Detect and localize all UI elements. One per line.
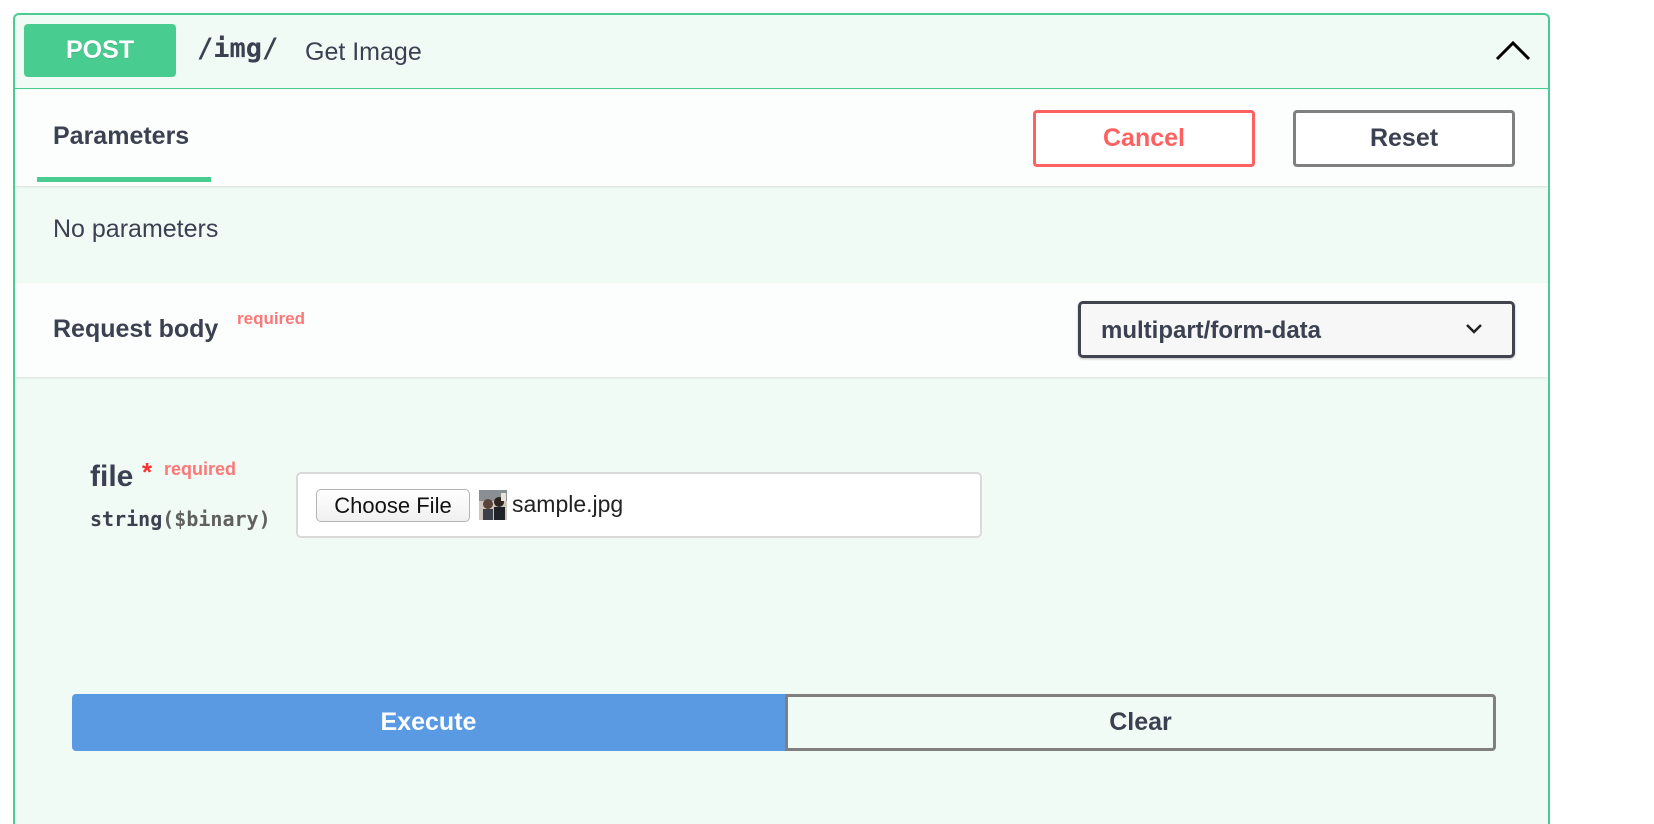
choose-file-button[interactable]: Choose File [316,489,470,522]
tab-parameters-label: Parameters [53,122,190,150]
request-body-title: Request body [53,315,219,343]
file-input[interactable]: Choose File sample.jpg [296,472,982,538]
clear-button[interactable]: Clear [785,694,1496,751]
chevron-up-icon[interactable] [1493,35,1533,65]
file-param-type-name: string [90,507,163,531]
chevron-down-icon [1466,324,1482,334]
tab-active-indicator [37,177,211,182]
operation-summary-text: Get Image [305,38,422,66]
operation-summary[interactable]: POST /img/ Get Image [15,15,1548,89]
no-parameters-text: No parameters [53,215,219,243]
endpoint-path: /img/ [197,33,279,64]
selected-file-name: sample.jpg [512,491,624,517]
reset-button[interactable]: Reset [1293,110,1515,167]
execute-button[interactable]: Execute [72,694,785,751]
cancel-button[interactable]: Cancel [1033,110,1255,167]
method-badge: POST [24,24,176,77]
file-param-name: file [90,460,134,493]
content-type-value: multipart/form-data [1101,317,1322,344]
required-asterisk: * [142,457,153,487]
image-thumbnail-icon [479,490,507,520]
file-param-format: ($binary) [162,507,271,531]
file-param-required-label: required [164,459,237,479]
operation-block-post-img: POST /img/ Get Image Parameters Cancel R… [13,13,1550,824]
request-body-required-label: required [237,309,306,328]
file-param-type: string($binary) [90,507,271,531]
request-body-header: Request body required multipart/form-dat… [15,283,1548,377]
tab-parameters[interactable]: Parameters [37,90,211,182]
content-type-select[interactable]: multipart/form-data [1078,301,1515,358]
parameters-header: Parameters Cancel Reset [15,90,1548,186]
